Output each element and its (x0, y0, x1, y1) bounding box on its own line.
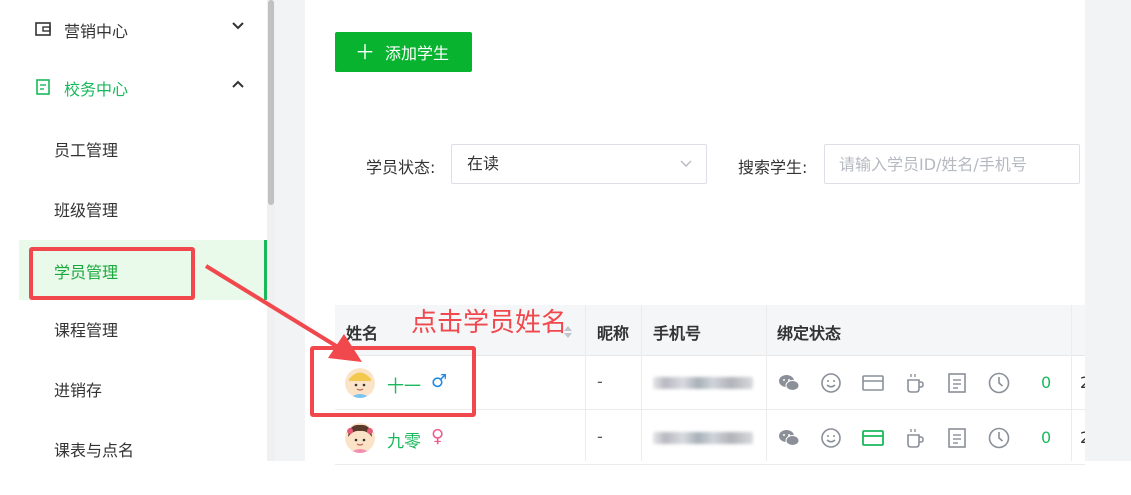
sidebar-item-label: 课程管理 (54, 321, 119, 340)
sidebar-item-label: 课表与点名 (54, 441, 135, 460)
sidebar-item-label: 员工管理 (54, 141, 119, 160)
card-icon-active (862, 430, 884, 446)
nickname-cell: - (597, 372, 603, 391)
truncated-cell: 2 (1080, 428, 1085, 447)
sidebar-item-inventory[interactable]: 进销存 (0, 358, 267, 418)
phone-cell-blurred (653, 432, 753, 444)
annotation-box-name (310, 346, 476, 417)
sidebar-item-classes[interactable]: 班级管理 (0, 178, 267, 238)
clock-icon (988, 372, 1010, 394)
add-student-label: 添加学生 (385, 44, 450, 63)
column-header-nickname: 昵称 (597, 324, 630, 343)
sidebar-item-staff[interactable]: 员工管理 (0, 118, 267, 178)
table-row: 九零 ♀ - 0 (335, 411, 1085, 465)
sidebar: 营销中心 校务中心 员工管理 班级管理 学员管理 课程管理 进销存 课表与点名 (0, 0, 267, 461)
sidebar-item-courses[interactable]: 课程管理 (0, 298, 267, 358)
menu-group-label: 校务中心 (64, 80, 129, 99)
chevron-down-icon (680, 160, 692, 167)
wechat-icon (779, 375, 800, 391)
column-divider (766, 305, 767, 461)
smile-icon (821, 373, 841, 393)
menu-group-label: 营销中心 (64, 22, 129, 41)
status-select-value: 在读 (467, 154, 500, 173)
clock-icon (988, 427, 1010, 449)
add-student-button[interactable]: ＋ 添加学生 (335, 32, 472, 72)
female-icon: ♀ (431, 426, 445, 447)
chevron-down-icon[interactable] (231, 19, 245, 33)
bind-status-icons (777, 425, 1029, 451)
column-divider (1071, 305, 1072, 461)
clipboard-icon (36, 79, 50, 95)
wechat-icon (779, 430, 800, 446)
sidebar-item-label: 班级管理 (54, 201, 119, 220)
sidebar-scrollbar[interactable] (267, 0, 275, 461)
column-header-bind-status: 绑定状态 (777, 324, 842, 343)
status-select[interactable]: 在读 (451, 144, 707, 184)
bind-count: 0 (1041, 428, 1052, 447)
cup-icon (907, 374, 924, 393)
search-label: 搜索学生: (738, 158, 808, 177)
annotation-box-sidebar (29, 247, 195, 300)
scrollbar-thumb[interactable] (268, 0, 274, 205)
column-header-phone: 手机号 (653, 324, 702, 343)
column-divider (641, 305, 642, 461)
cup-icon (907, 429, 924, 448)
status-filter-label: 学员状态: (366, 158, 436, 177)
column-divider (585, 305, 586, 461)
bind-count: 0 (1041, 373, 1052, 392)
smile-icon (821, 428, 841, 448)
document-icon (948, 428, 966, 448)
chevron-up-icon[interactable] (231, 77, 245, 91)
bind-status-icons (777, 370, 1029, 396)
menu-group-school-affairs[interactable]: 校务中心 (0, 58, 267, 118)
search-input[interactable] (824, 144, 1080, 184)
card-icon (862, 375, 884, 391)
nickname-cell: - (597, 427, 603, 446)
wallet-icon (35, 22, 51, 36)
student-name-link[interactable]: 九零 (387, 427, 421, 452)
truncated-cell: 2 (1080, 373, 1085, 392)
document-icon (948, 373, 966, 393)
sidebar-item-label: 进销存 (54, 381, 103, 400)
plus-icon: ＋ (355, 40, 375, 64)
phone-cell-blurred (653, 377, 753, 389)
column-header-name[interactable]: 姓名 (346, 320, 378, 344)
sidebar-item-schedule[interactable]: 课表与点名 (0, 418, 267, 478)
annotation-text: 点击学员姓名 (411, 308, 568, 338)
menu-group-marketing[interactable]: 营销中心 (0, 0, 267, 60)
avatar (345, 423, 375, 453)
